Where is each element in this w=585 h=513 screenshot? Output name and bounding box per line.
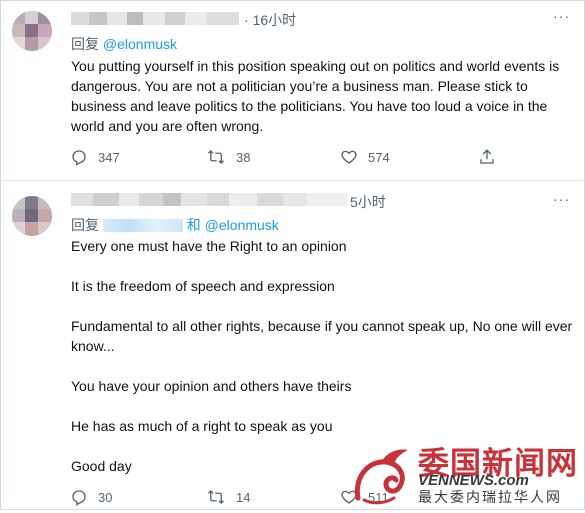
blurred-mention[interactable] (102, 219, 183, 232)
reply-icon (72, 150, 86, 166)
reply-button[interactable]: 30 (70, 488, 112, 506)
reply-prefix: 回复 (71, 36, 99, 52)
retweet-icon (208, 490, 224, 504)
tweet-time[interactable]: · 16小时 (244, 10, 296, 30)
retweet-button[interactable]: 38 (206, 148, 250, 166)
retweet-button[interactable]: 14 (206, 488, 250, 506)
mention-link[interactable]: @elonmusk (103, 36, 177, 52)
like-button[interactable]: 574 (340, 148, 390, 166)
tweet-1[interactable]: · 16小时 ··· 回复 @elonmusk You putting your… (0, 0, 585, 181)
watermark-logo-icon (350, 440, 414, 513)
reply-icon (72, 490, 86, 506)
more-icon[interactable]: ··· (553, 191, 570, 207)
more-icon[interactable]: ··· (553, 8, 570, 24)
watermark-subtitle: 最大委内瑞拉华人网 (418, 489, 562, 505)
tweet-text: You putting yourself in this position sp… (71, 58, 560, 134)
tweet-time[interactable]: 5小时 (350, 192, 386, 212)
reply-context: 回复 @elonmusk (71, 34, 177, 54)
like-count: 574 (368, 149, 390, 165)
tweet-paragraph: It is the freedom of speech and expressi… (71, 278, 335, 294)
reply-and: 和 (186, 217, 201, 233)
tweet-paragraph: He has as much of a right to speak as yo… (71, 418, 333, 434)
reply-context: 回复 和 @elonmusk (71, 215, 279, 235)
heart-icon (341, 150, 357, 164)
reply-count: 30 (98, 489, 113, 505)
retweet-icon (208, 150, 224, 164)
tweet-paragraph: Every one must have the Right to an opin… (71, 238, 347, 254)
tweet-paragraph: You have your opinion and others have th… (71, 378, 352, 394)
avatar[interactable] (12, 11, 52, 51)
share-button[interactable] (478, 148, 506, 166)
avatar[interactable] (12, 196, 52, 236)
tweet-paragraph: Fundamental to all other rights, because… (71, 318, 573, 354)
mention-link[interactable]: @elonmusk (205, 217, 279, 233)
reply-count: 347 (98, 149, 120, 165)
retweet-count: 14 (236, 489, 251, 505)
reply-prefix: 回复 (71, 217, 99, 233)
retweet-count: 38 (236, 149, 251, 165)
share-icon (480, 149, 494, 164)
reply-button[interactable]: 347 (70, 148, 120, 166)
